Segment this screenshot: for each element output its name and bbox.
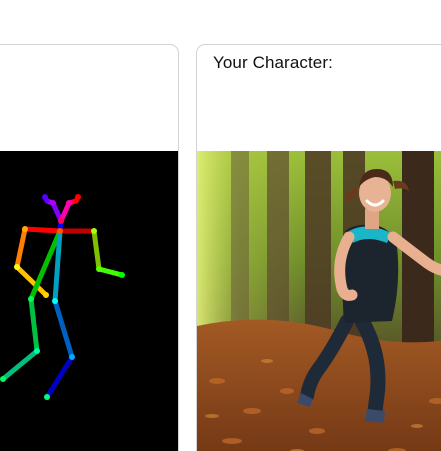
app-canvas: Your Character: xyxy=(0,0,441,451)
pose-skeleton-image xyxy=(0,151,178,451)
running-woman-forest-photo xyxy=(197,151,441,451)
pose-panel xyxy=(0,44,179,451)
character-panel-title: Your Character: xyxy=(213,53,333,72)
character-photo-svg xyxy=(197,151,441,451)
character-panel: Your Character: xyxy=(196,44,441,451)
pose-skeleton-svg xyxy=(0,194,125,400)
